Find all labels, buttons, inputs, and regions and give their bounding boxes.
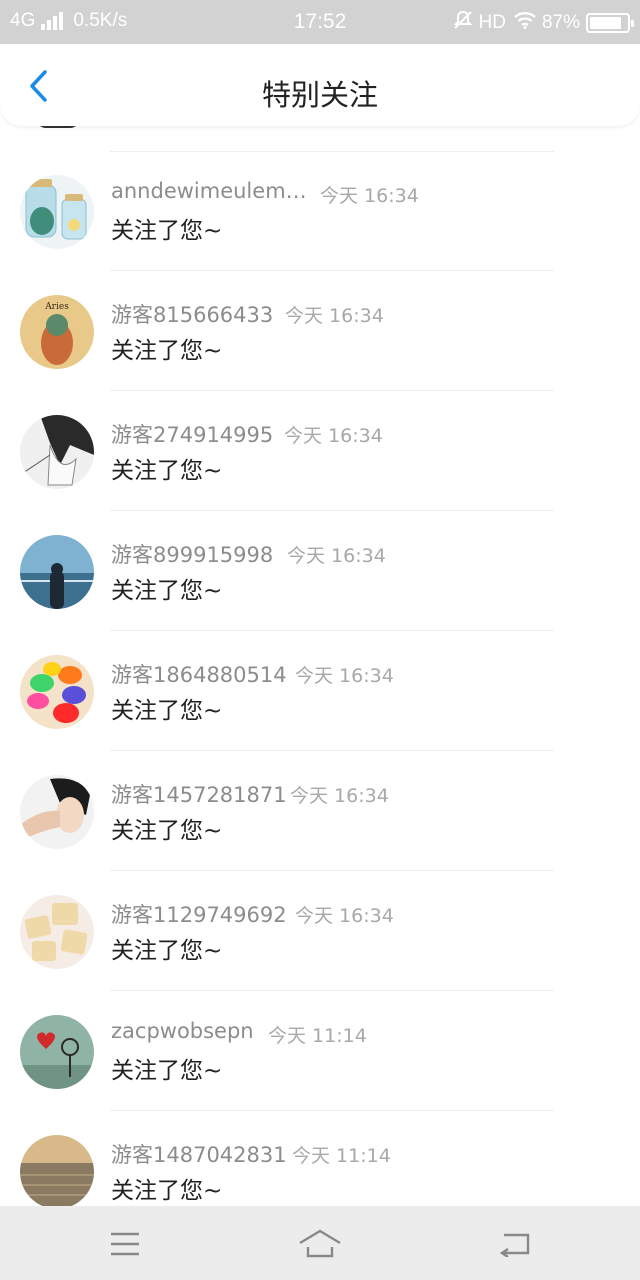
user-name[interactable]: 游客1129749692 [111, 899, 287, 929]
system-back-button[interactable] [495, 1224, 535, 1264]
timestamp: 今天 11:14 [268, 1025, 367, 1047]
user-name[interactable]: 游客274914995 [111, 419, 273, 449]
timestamp: 今天 16:34 [290, 785, 389, 807]
notification-message: 关注了您~ [111, 338, 223, 364]
avatar[interactable] [20, 1015, 94, 1089]
system-nav-bar [0, 1206, 640, 1280]
user-name[interactable]: 游客815666433 [111, 299, 273, 329]
status-right: HD 87% [453, 10, 634, 36]
avatar [36, 126, 80, 128]
avatar[interactable] [20, 175, 94, 249]
list-item[interactable]: 游客899915998 今天 16:34 关注了您~ [0, 511, 640, 631]
list-item[interactable]: 游客274914995 今天 16:34 关注了您~ [0, 391, 640, 511]
notification-message: 关注了您~ [111, 698, 223, 724]
home-button[interactable] [298, 1224, 342, 1264]
avatar[interactable] [20, 1135, 94, 1206]
user-name[interactable]: 游客899915998 [111, 539, 273, 569]
timestamp: 今天 16:34 [284, 425, 383, 447]
home-icon [299, 1229, 341, 1258]
notification-list[interactable]: anndewimeulem… 今天 16:34 关注了您~ Aries 游客81… [0, 126, 640, 1206]
notification-message: 关注了您~ [111, 1178, 223, 1204]
user-name[interactable]: 游客1487042831 [111, 1139, 287, 1169]
avatar[interactable] [20, 895, 94, 969]
wifi-icon [514, 11, 536, 35]
hd-label: HD [478, 12, 506, 33]
menu-button[interactable] [105, 1224, 145, 1264]
notification-message: 关注了您~ [111, 818, 223, 844]
avatar[interactable] [20, 655, 94, 729]
timestamp: 今天 16:34 [285, 305, 384, 327]
notification-message: 关注了您~ [111, 1058, 223, 1084]
avatar[interactable] [20, 775, 94, 849]
avatar[interactable] [20, 415, 94, 489]
list-item[interactable]: anndewimeulem… 今天 16:34 关注了您~ [0, 151, 640, 271]
status-bar: 4G 0.5K/s 17:52 HD 87% [0, 0, 640, 44]
list-item[interactable]: zacpwobsepn 今天 11:14 关注了您~ [0, 991, 640, 1111]
return-icon [499, 1233, 530, 1257]
user-name[interactable]: zacpwobsepn [111, 1019, 254, 1043]
notification-message: 关注了您~ [111, 458, 223, 484]
user-name[interactable]: anndewimeulem… [111, 179, 307, 203]
battery-icon [586, 13, 634, 33]
user-name[interactable]: 游客1457281871 [111, 779, 287, 809]
page-title: 特别关注 [261, 78, 378, 112]
timestamp: 今天 16:34 [287, 545, 386, 567]
avatar[interactable] [20, 535, 94, 609]
list-item[interactable]: 游客1457281871 今天 16:34 关注了您~ [0, 751, 640, 871]
avatar[interactable]: Aries [20, 295, 94, 369]
header: 特别关注 [0, 44, 640, 126]
svg-text:Aries: Aries [44, 302, 69, 312]
timestamp: 今天 11:14 [292, 1145, 391, 1167]
notification-message: 关注了您~ [111, 578, 223, 604]
mute-icon [453, 10, 473, 36]
list-item[interactable]: 游客1487042831 今天 11:14 关注了您~ [0, 1111, 640, 1206]
timestamp: 今天 16:34 [295, 665, 394, 687]
menu-icon [111, 1232, 139, 1256]
list-item[interactable]: 游客1864880514 今天 16:34 关注了您~ [0, 631, 640, 751]
timestamp: 今天 16:34 [320, 185, 419, 207]
notification-message: 关注了您~ [111, 218, 223, 244]
user-name[interactable]: 游客1864880514 [111, 659, 287, 689]
list-item[interactable]: Aries 游客815666433 今天 16:34 关注了您~ [0, 271, 640, 391]
list-item[interactable]: 游客1129749692 今天 16:34 关注了您~ [0, 871, 640, 991]
timestamp: 今天 16:34 [295, 905, 394, 927]
battery-percent: 87% [541, 12, 580, 33]
notification-message: 关注了您~ [111, 938, 223, 964]
